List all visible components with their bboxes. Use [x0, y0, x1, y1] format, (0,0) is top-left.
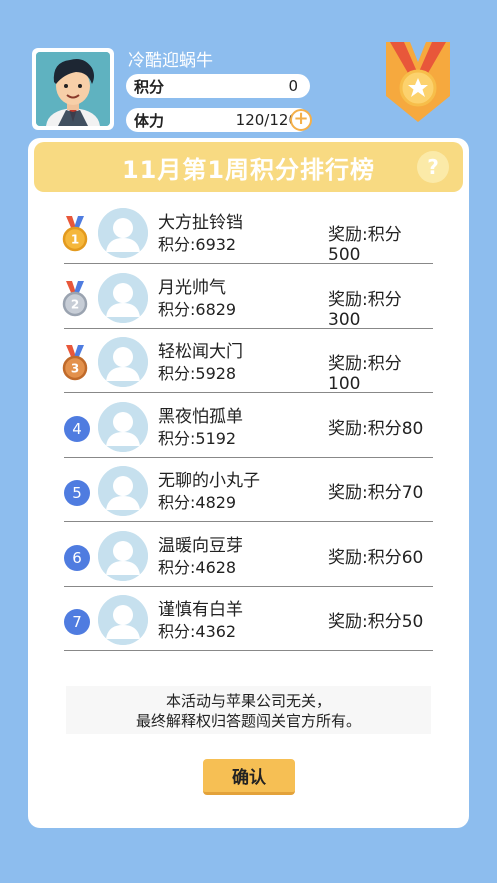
default-avatar-icon — [98, 466, 148, 516]
player-name: 黑夜怕孤单 — [158, 406, 243, 427]
user-avatar[interactable] — [32, 48, 114, 130]
player-reward: 奖励:积分70 — [328, 483, 424, 503]
player-name: 月光帅气 — [158, 277, 226, 298]
medal-badge-icon[interactable] — [382, 40, 454, 124]
score-label: 积分 — [134, 77, 165, 96]
player-reward: 奖励:积分300 — [328, 289, 402, 330]
username: 冷酷迎蜗牛 — [128, 51, 213, 71]
default-avatar-icon — [98, 337, 148, 387]
player-name: 无聊的小丸子 — [158, 471, 260, 491]
player-score: 积分:5928 — [158, 364, 237, 383]
player-avatar — [98, 337, 148, 387]
question-icon: ? — [427, 155, 439, 179]
player-avatar — [98, 595, 148, 645]
player-name: 谨慎有白羊 — [158, 600, 243, 620]
player-avatar — [98, 272, 148, 323]
leaderboard-row: 5 无聊的小丸子 积分:4829 奖励:积分70 — [64, 458, 433, 522]
leaderboard-row: 2 月光帅气 积分:6829 奖励:积分300 — [62, 265, 433, 330]
default-avatar-icon — [98, 208, 148, 258]
player-avatar — [98, 466, 148, 516]
player-score: 积分:6829 — [158, 299, 237, 319]
disclaimer: 本活动与苹果公司无关， 最终解释权归答题闯关官方所有。 — [66, 686, 431, 734]
player-score: 积分:4628 — [158, 557, 237, 577]
leaderboard-title: 11月第1周积分排行榜 — [121, 155, 376, 184]
player-name: 温暖向豆芽 — [158, 535, 243, 556]
player-reward: 奖励:积分80 — [328, 418, 424, 439]
energy-label: 体力 — [134, 111, 165, 130]
silver-medal-icon: 2 — [62, 280, 88, 316]
svg-text:1: 1 — [71, 233, 79, 247]
energy-bar: 体力 120/120 — [126, 108, 310, 132]
disclaimer-line-1: 本活动与苹果公司无关， — [165, 692, 331, 710]
leaderboard-row: 1 大方扯铃铛积分:6932 奖励:积分500 — [62, 200, 433, 265]
boy-avatar-icon — [36, 52, 110, 126]
default-avatar-icon — [98, 272, 148, 323]
default-avatar-icon — [98, 401, 148, 452]
leaderboard-row: 6 温暖向豆芽 积分:4628 奖励:积分60 — [64, 523, 433, 587]
player-name: 轻松闻大门 — [158, 342, 243, 362]
rank-number: 4 — [64, 415, 90, 442]
confirm-button[interactable]: 确认 — [203, 759, 295, 795]
default-avatar-icon — [98, 595, 148, 645]
svg-text:3: 3 — [71, 362, 79, 376]
player-name: 大方扯铃铛 — [158, 213, 243, 233]
player-avatar — [98, 208, 148, 258]
player-reward: 奖励:积分100 — [328, 354, 402, 394]
energy-value: 120/120 — [235, 111, 298, 129]
player-reward: 奖励:积分60 — [328, 547, 424, 568]
player-reward: 奖励:积分500 — [328, 225, 402, 265]
player-score: 积分:4829 — [158, 493, 237, 512]
bronze-medal-icon: 3 — [62, 345, 88, 381]
score-bar: 积分 0 — [126, 74, 310, 98]
disclaimer-line-2: 最终解释权归答题闯关官方所有。 — [135, 712, 361, 730]
rank-number: 6 — [64, 544, 90, 571]
add-energy-button[interactable]: + — [290, 109, 312, 131]
leaderboard-row: 4 黑夜怕孤单 积分:5192 奖励:积分80 — [64, 394, 433, 458]
score-value: 0 — [288, 77, 298, 95]
leaderboard-panel: 11月第1周积分排行榜 ? 1 大方扯铃铛积分:6932 奖励:积分500 2 月光帅气… — [28, 138, 469, 828]
player-avatar — [98, 401, 148, 452]
gold-medal-icon: 1 — [62, 216, 88, 252]
player-score: 积分:4362 — [158, 622, 237, 641]
player-score: 积分:6932 — [158, 235, 237, 254]
rank-number: 5 — [64, 480, 90, 506]
rank-number: 7 — [64, 609, 90, 635]
leaderboard-header: 11月第1周积分排行榜 ? — [34, 142, 463, 192]
leaderboard-row: 7 谨慎有白羊积分:4362 奖励:积分50 — [64, 587, 433, 651]
plus-icon: + — [293, 108, 309, 129]
help-button[interactable]: ? — [417, 151, 449, 183]
player-reward: 奖励:积分50 — [328, 612, 424, 632]
leaderboard-row: 3 轻松闻大门积分:5928 奖励:积分100 — [62, 329, 433, 394]
default-avatar-icon — [98, 530, 148, 581]
svg-text:2: 2 — [71, 297, 79, 311]
player-score: 积分:5192 — [158, 428, 237, 448]
player-avatar — [98, 530, 148, 581]
